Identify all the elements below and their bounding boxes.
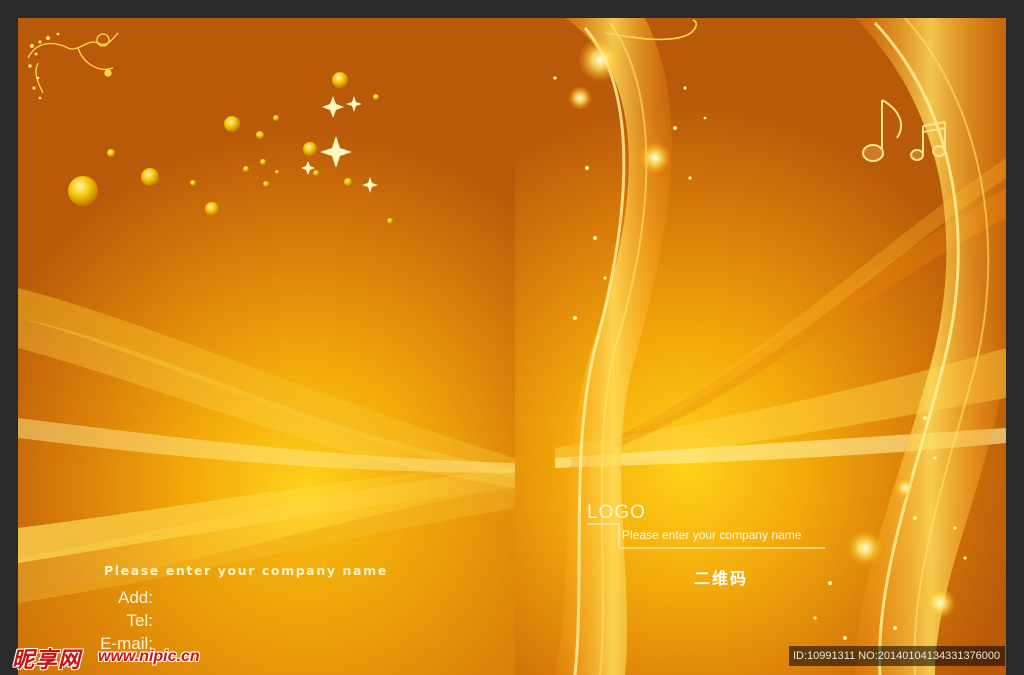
logo-text: LOGO [587,502,646,523]
front-cover-panel: LOGO Please enter your company name 二维码 [515,18,1006,675]
telephone-label: Tel: [126,611,153,630]
water-drops [68,72,393,224]
company-name-text: Please enter your company name [104,563,388,578]
watermark-site-logo: 昵享网 [12,648,82,673]
watermark-image-id: ID:10991311 NO:20140104134331376000 [789,646,1005,666]
company-name-text: Please enter your company name [622,528,802,542]
back-cover-panel: Please enter your company name Add: Tel:… [18,18,515,675]
watermark-site-url: www.nipic.cn [98,648,200,665]
qr-code-label: 二维码 [694,569,749,588]
front-cover-waves [553,18,1006,675]
address-label: Add: [118,588,153,607]
